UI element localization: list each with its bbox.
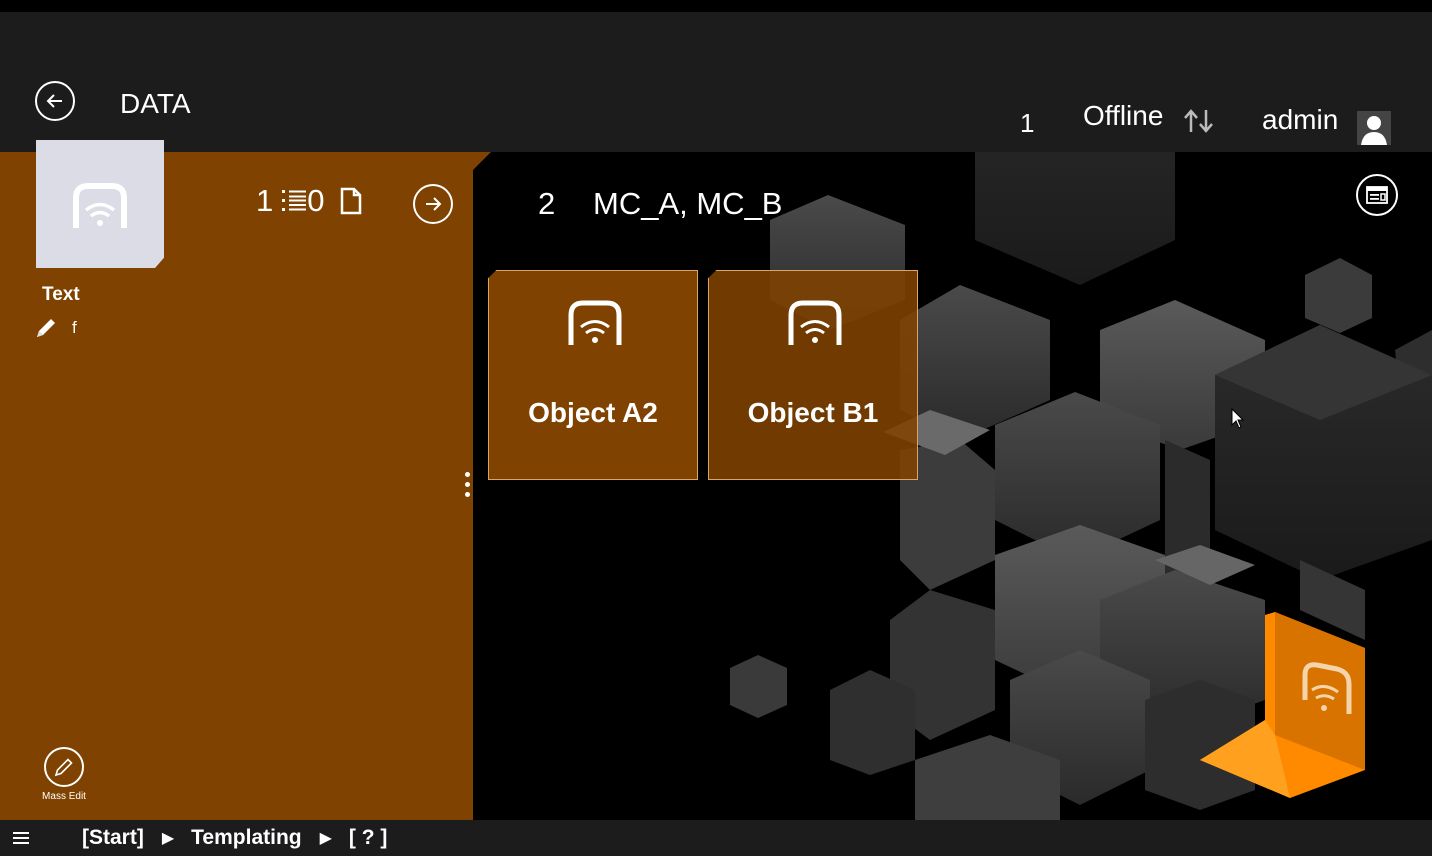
object-thumbnail[interactable] [36, 140, 164, 268]
hamburger-icon[interactable] [13, 832, 29, 844]
pencil-icon [54, 758, 73, 777]
breadcrumb-separator-icon: ▶ [319, 830, 332, 847]
document-icon[interactable] [339, 187, 363, 215]
panel-resize-handle[interactable] [464, 472, 472, 502]
app-header: DATA 1 Offline admin [0, 12, 1432, 152]
status-bar: [Start] ▶ Templating ▶ [ ? ] [0, 820, 1432, 856]
mouse-cursor-icon [1231, 408, 1245, 429]
user-icon [1357, 111, 1391, 145]
breadcrumb-start[interactable]: [Start] [82, 826, 144, 850]
items-count: 1 [256, 183, 274, 218]
user-name[interactable]: admin [1262, 104, 1338, 136]
mass-edit-label: Mass Edit [42, 791, 86, 802]
group-name: MC_A, MC_B [593, 186, 783, 221]
tile-name: Object A2 [528, 397, 658, 428]
background-cube-scene [473, 152, 1432, 820]
avatar[interactable] [1357, 111, 1391, 145]
page-title: DATA [120, 88, 191, 119]
wifi-tag-icon [568, 300, 622, 345]
edit-row[interactable]: f [34, 316, 77, 340]
wifi-tag-icon [788, 300, 842, 345]
tile-name: Object B1 [747, 397, 879, 428]
top-strip [0, 0, 1432, 12]
breadcrumb-templating[interactable]: Templating [191, 826, 301, 850]
header-count: 1 [1020, 108, 1035, 138]
arrow-right-icon [426, 197, 442, 211]
edit-value: f [72, 318, 77, 337]
mass-edit-button[interactable]: Mass Edit [40, 747, 92, 802]
view-toggle-button[interactable] [1356, 174, 1398, 216]
object-stats: 1 0 [256, 183, 363, 219]
breadcrumb-separator-icon: ▶ [161, 830, 175, 847]
arrow-left-icon [46, 94, 62, 108]
breadcrumb-unknown[interactable]: [ ? ] [349, 826, 387, 850]
wifi-tag-icon [73, 183, 127, 228]
sync-arrows-icon[interactable] [1182, 108, 1216, 134]
back-button[interactable] [35, 81, 75, 121]
connection-status: Offline [1083, 100, 1164, 131]
navigate-forward-button[interactable] [413, 184, 453, 224]
panel-notch [473, 152, 491, 170]
object-label: Text [42, 284, 80, 305]
object-tile[interactable]: Object A2 [488, 270, 698, 480]
breadcrumb: [Start] ▶ Templating ▶ [ ? ] [82, 826, 387, 850]
list-icon [282, 190, 307, 211]
object-tile[interactable]: Object B1 [708, 270, 918, 480]
documents-count: 0 [307, 183, 325, 218]
pencil-icon[interactable] [34, 316, 58, 340]
group-count: 2 [538, 186, 556, 221]
card-view-icon [1366, 186, 1388, 204]
